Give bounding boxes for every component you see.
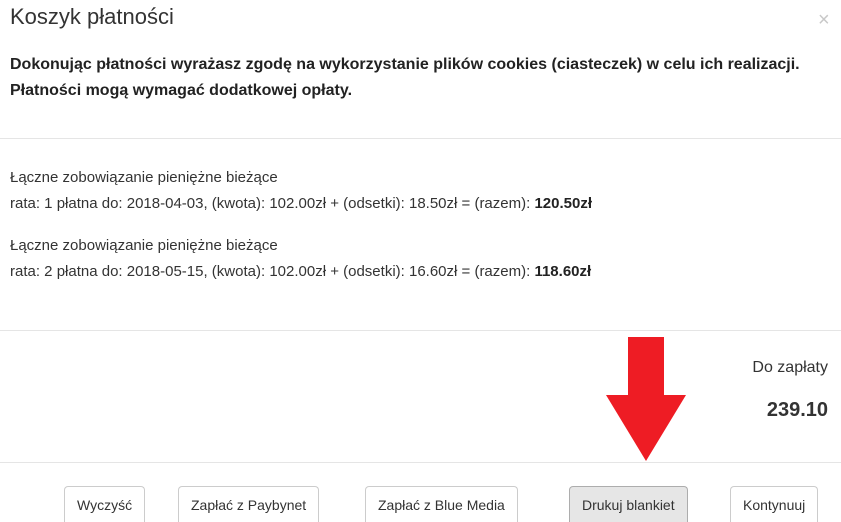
clear-button[interactable]: Wyczyść (64, 486, 146, 522)
obligation-detail-text: rata: 1 płatna do: 2018-04-03, (kwota): … (10, 195, 535, 212)
cookie-consent-notice: Dokonując płatności wyrażasz zgodę na wy… (10, 56, 800, 99)
modal-title: Koszyk płatności (10, 4, 174, 29)
obligation-total: 120.50zł (534, 195, 592, 212)
amount-due-value: 239.10 (766, 399, 828, 421)
obligation-heading: Łączne zobowiązanie pieniężne bieżące (10, 169, 278, 186)
divider (0, 330, 841, 331)
obligation-item: Łączne zobowiązanie pieniężne bieżące ra… (10, 233, 591, 285)
pay-bluemedia-button[interactable]: Zapłać z Blue Media (365, 486, 518, 522)
obligation-detail: rata: 1 płatna do: 2018-04-03, (kwota): … (10, 191, 592, 217)
amount-due-label: Do zapłaty (752, 359, 828, 376)
pay-paybynet-button[interactable]: Zapłać z Paybynet (178, 486, 320, 522)
obligation-total: 118.60zł (534, 263, 592, 280)
continue-button[interactable]: Kontynuuj (730, 486, 819, 522)
divider (0, 138, 841, 139)
red-arrow-down-icon (606, 337, 686, 461)
close-icon[interactable]: × (818, 10, 830, 30)
divider (0, 462, 841, 463)
obligation-detail: rata: 2 płatna do: 2018-05-15, (kwota): … (10, 259, 591, 285)
obligation-detail-text: rata: 2 płatna do: 2018-05-15, (kwota): … (10, 263, 535, 280)
obligation-item: Łączne zobowiązanie pieniężne bieżące ra… (10, 165, 592, 217)
obligation-heading: Łączne zobowiązanie pieniężne bieżące (10, 237, 278, 254)
print-form-button[interactable]: Drukuj blankiet (569, 486, 688, 522)
